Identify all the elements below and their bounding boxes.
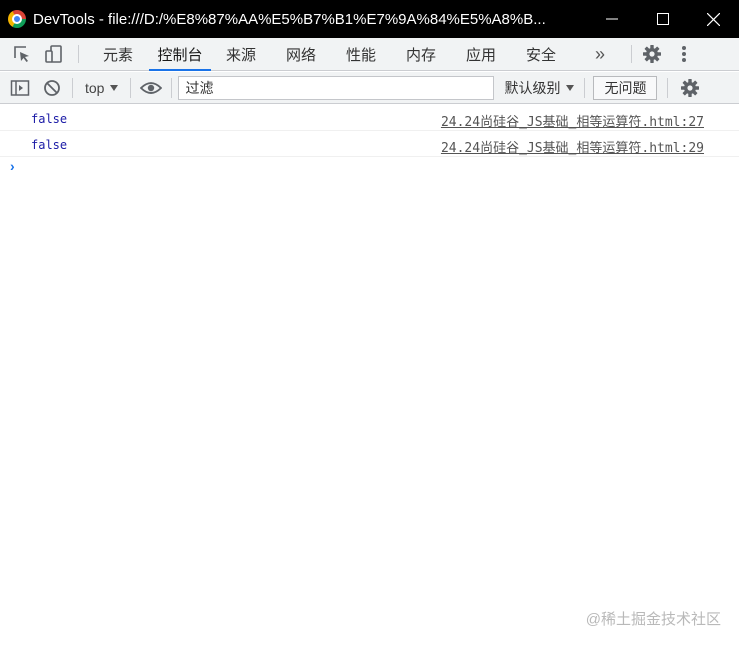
issues-button[interactable]: 无问题 (593, 75, 658, 100)
tab-application[interactable]: 应用 (451, 38, 511, 70)
close-window-button[interactable] (688, 0, 739, 38)
console-message-row: false 24.24尚硅谷_JS基础_相等运算符.html:29 (0, 131, 739, 157)
console-messages: false 24.24尚硅谷_JS基础_相等运算符.html:27 false … (0, 105, 739, 157)
gear-icon (643, 45, 661, 63)
context-selector[interactable]: top (77, 76, 126, 100)
minimize-button[interactable] (586, 0, 637, 38)
toolbar-divider (72, 77, 73, 98)
maximize-icon (656, 13, 669, 25)
window-titlebar: DevTools - file:///D:/%E8%87%AA%E5%B7%B1… (0, 0, 739, 38)
chevron-down-icon (110, 84, 119, 91)
sidebar-toggle-icon (10, 79, 30, 96)
tab-performance[interactable]: 性能 (331, 38, 391, 70)
tabbar-divider-right (631, 45, 632, 63)
console-prompt-icon[interactable]: › (10, 158, 15, 174)
clear-console-icon (44, 79, 60, 96)
console-source-link[interactable]: 24.24尚硅谷_JS基础_相等运算符.html:27 (441, 111, 704, 130)
console-message-value: false (31, 112, 68, 126)
console-source-link[interactable]: 24.24尚硅谷_JS基础_相等运算符.html:29 (441, 137, 704, 156)
show-sidebar-button[interactable] (4, 72, 36, 104)
tabbar-divider (78, 45, 79, 63)
tab-security[interactable]: 安全 (511, 38, 571, 70)
context-label: top (85, 79, 105, 96)
device-icon (45, 45, 62, 63)
log-levels-label: 默认级别 (504, 79, 561, 96)
log-levels-dropdown[interactable]: 默认级别 (496, 76, 582, 100)
filter-input[interactable] (178, 75, 495, 100)
eye-icon (140, 81, 163, 94)
toolbar-divider (171, 77, 173, 98)
more-tabs-button[interactable]: » (571, 38, 629, 70)
vertical-dots-icon (682, 46, 686, 62)
toolbar-divider (130, 77, 132, 98)
tab-console[interactable]: 控制台 (149, 38, 211, 71)
watermark: @稀土掘金技术社区 (585, 611, 721, 628)
close-icon (707, 12, 720, 26)
inspect-element-button[interactable] (6, 38, 38, 70)
settings-button[interactable] (636, 38, 668, 70)
tab-network[interactable]: 网络 (271, 38, 331, 70)
chevron-down-icon (566, 84, 575, 91)
console-message-row: false 24.24尚硅谷_JS基础_相等运算符.html:27 (0, 105, 739, 131)
more-options-button[interactable] (668, 38, 700, 70)
minimize-icon (605, 18, 618, 20)
toolbar-divider (584, 77, 586, 98)
devtools-tabbar: 元素 控制台 来源 网络 性能 内存 应用 安全 » (0, 38, 739, 71)
gear-icon (681, 78, 700, 97)
inspect-cursor-icon (14, 46, 29, 62)
clear-console-button[interactable] (36, 72, 68, 104)
tab-sources[interactable]: 来源 (211, 38, 271, 70)
console-toolbar: top 默认级别 无问题 (0, 72, 739, 104)
tab-memory[interactable]: 内存 (391, 38, 451, 70)
maximize-button[interactable] (637, 0, 688, 38)
console-settings-button[interactable] (674, 72, 706, 104)
console-message-value: false (31, 138, 68, 152)
window-controls (586, 0, 739, 38)
live-expression-button[interactable] (135, 72, 167, 104)
chrome-logo-icon (8, 10, 26, 28)
tab-elements[interactable]: 元素 (87, 38, 149, 70)
window-title: DevTools - file:///D:/%E8%87%AA%E5%B7%B1… (33, 10, 546, 28)
device-toolbar-button[interactable] (38, 38, 70, 70)
toolbar-divider (667, 77, 669, 98)
